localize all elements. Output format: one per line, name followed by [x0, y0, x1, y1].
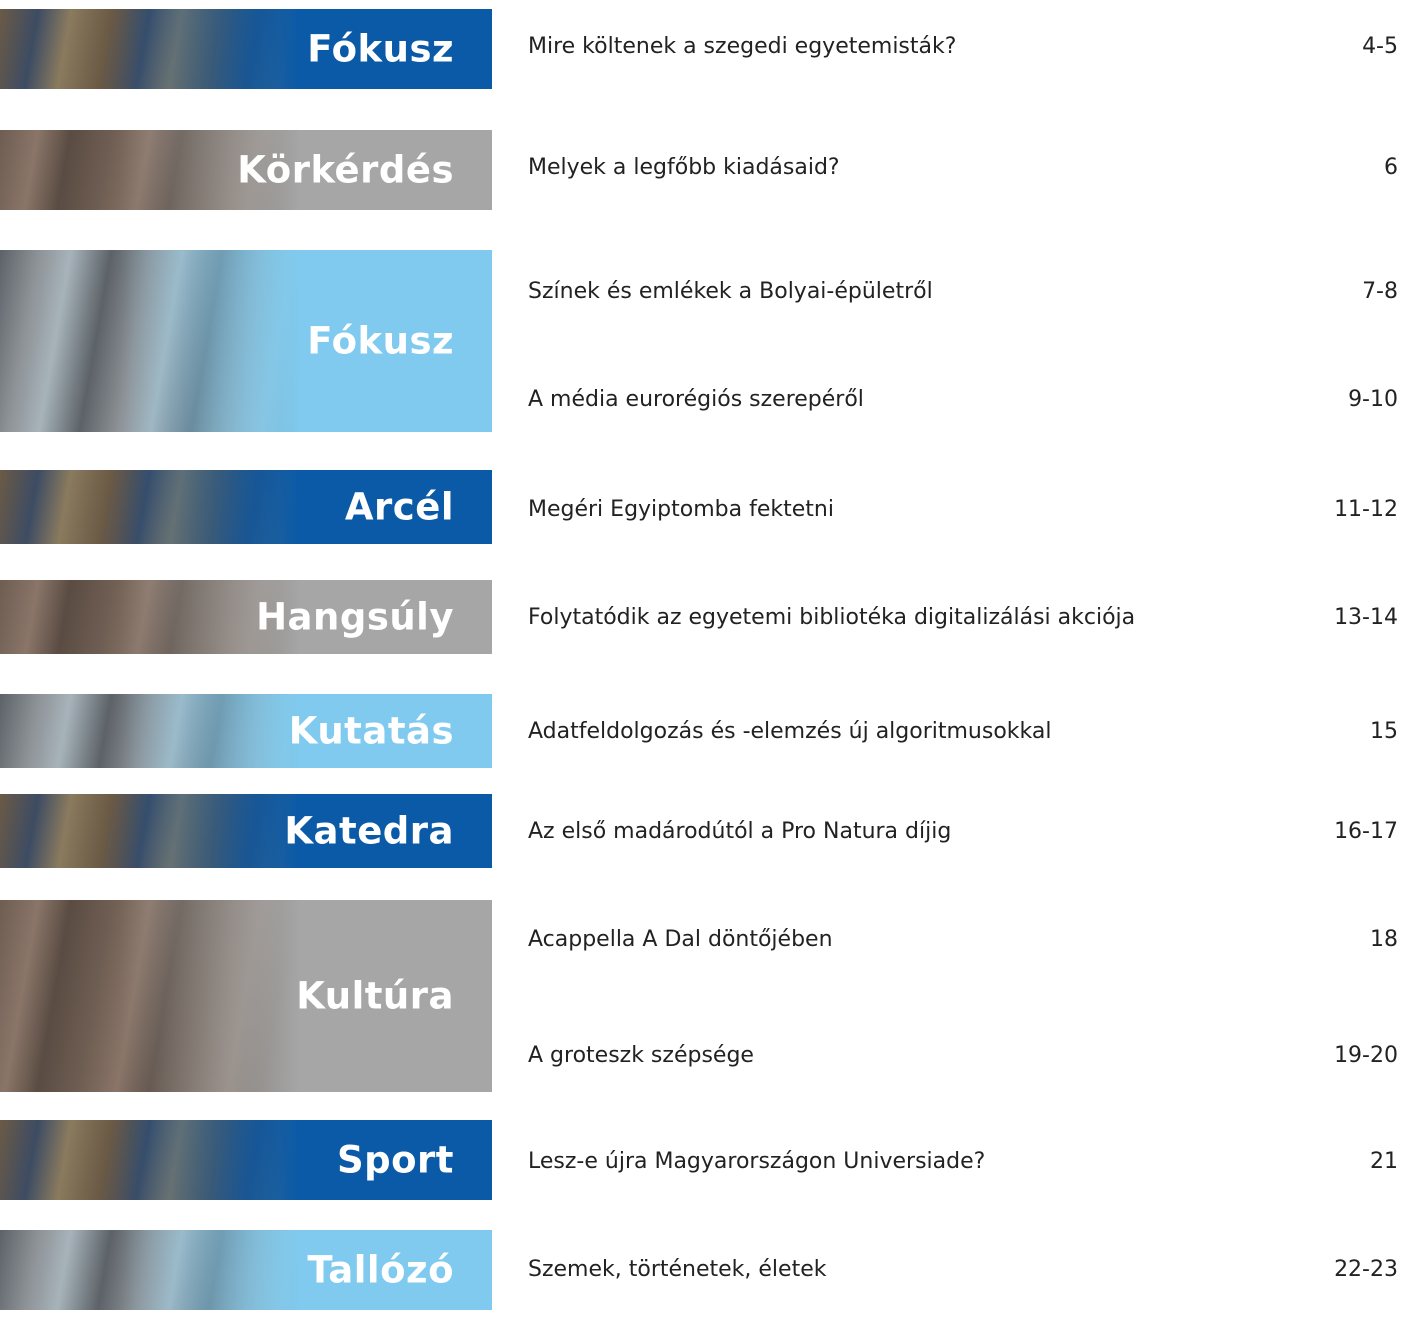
toc-entry[interactable]: Színek és emlékek a Bolyai-épületről 7-8 — [528, 277, 1398, 307]
section-photo — [0, 9, 300, 89]
section-band: Fókusz — [0, 9, 492, 89]
section-photo — [0, 694, 300, 768]
section-band: Tallózó — [0, 1230, 492, 1310]
section-band: Arcél — [0, 470, 492, 544]
entry-page-number: 9-10 — [1348, 387, 1398, 412]
section-label: Hangsúly — [256, 595, 454, 639]
toc-entry[interactable]: Folytatódik az egyetemi bibliotéka digit… — [528, 603, 1398, 633]
entry-page-number: 13-14 — [1334, 605, 1398, 630]
section-band: Kultúra — [0, 900, 492, 1092]
toc-entry[interactable]: Lesz-e újra Magyarországon Universiade? 2… — [528, 1147, 1398, 1177]
entry-title: Színek és emlékek a Bolyai-épületről — [528, 279, 933, 304]
entry-page-number: 11-12 — [1334, 497, 1398, 522]
toc-entry[interactable]: Melyek a legfőbb kiadásaid? 6 — [528, 153, 1398, 183]
entry-title: Acappella A Dal döntőjében — [528, 927, 833, 952]
toc-entry[interactable]: Acappella A Dal döntőjében 18 — [528, 925, 1398, 955]
entry-page-number: 4-5 — [1362, 34, 1398, 59]
section-band: Kutatás — [0, 694, 492, 768]
section-photo — [0, 470, 300, 544]
entry-title: A média eurorégiós szerepéről — [528, 387, 864, 412]
section-band: Katedra — [0, 794, 492, 868]
entry-page-number: 19-20 — [1334, 1043, 1398, 1068]
section-label: Fókusz — [307, 319, 454, 363]
entry-title: Melyek a legfőbb kiadásaid? — [528, 155, 840, 180]
toc-entry[interactable]: Az első madárodútól a Pro Natura díjig 16… — [528, 817, 1398, 847]
entry-page-number: 16-17 — [1334, 819, 1398, 844]
entry-page-number: 6 — [1384, 155, 1398, 180]
section-label: Körkérdés — [237, 148, 454, 192]
entry-page-number: 18 — [1370, 927, 1398, 952]
section-photo — [0, 1120, 300, 1200]
entry-title: Megéri Egyiptomba fektetni — [528, 497, 834, 522]
entry-title: Mire költenek a szegedi egyetemisták? — [528, 34, 957, 59]
toc-entry[interactable]: A groteszk szépsége 19-20 — [528, 1041, 1398, 1071]
section-band: Fókusz — [0, 250, 492, 432]
section-band: Hangsúly — [0, 580, 492, 654]
entry-page-number: 22-23 — [1334, 1257, 1398, 1282]
entry-title: Adatfeldolgozás és -elemzés új algoritmu… — [528, 719, 1052, 744]
section-label: Katedra — [284, 809, 454, 853]
entry-title: Folytatódik az egyetemi bibliotéka digit… — [528, 605, 1136, 630]
section-label: Arcél — [344, 485, 454, 529]
entry-title: Szemek, történetek, életek — [528, 1257, 827, 1282]
toc-entry[interactable]: Megéri Egyiptomba fektetni 11-12 — [528, 495, 1398, 525]
section-photo — [0, 250, 300, 432]
entry-title: A groteszk szépsége — [528, 1043, 754, 1068]
section-photo — [0, 1230, 300, 1310]
toc-entry[interactable]: Adatfeldolgozás és -elemzés új algoritmu… — [528, 717, 1398, 747]
section-label: Sport — [337, 1138, 454, 1182]
section-photo — [0, 794, 300, 868]
section-label: Tallózó — [307, 1248, 454, 1292]
toc-entry[interactable]: Szemek, történetek, életek 22-23 — [528, 1255, 1398, 1285]
section-label: Fókusz — [307, 27, 454, 71]
section-photo — [0, 900, 300, 1092]
entry-page-number: 7-8 — [1362, 279, 1398, 304]
section-photo — [0, 580, 300, 654]
section-label: Kutatás — [288, 709, 454, 753]
section-label: Kultúra — [296, 974, 454, 1018]
entry-page-number: 21 — [1370, 1149, 1398, 1174]
toc-entry[interactable]: Mire költenek a szegedi egyetemisták? 4-5 — [528, 32, 1398, 62]
section-band: Sport — [0, 1120, 492, 1200]
section-band: Körkérdés — [0, 130, 492, 210]
entry-title: Az első madárodútól a Pro Natura díjig — [528, 819, 952, 844]
toc-entry[interactable]: A média eurorégiós szerepéről 9-10 — [528, 385, 1398, 415]
entry-title: Lesz-e újra Magyarországon Universiade? — [528, 1149, 986, 1174]
entry-page-number: 15 — [1370, 719, 1398, 744]
